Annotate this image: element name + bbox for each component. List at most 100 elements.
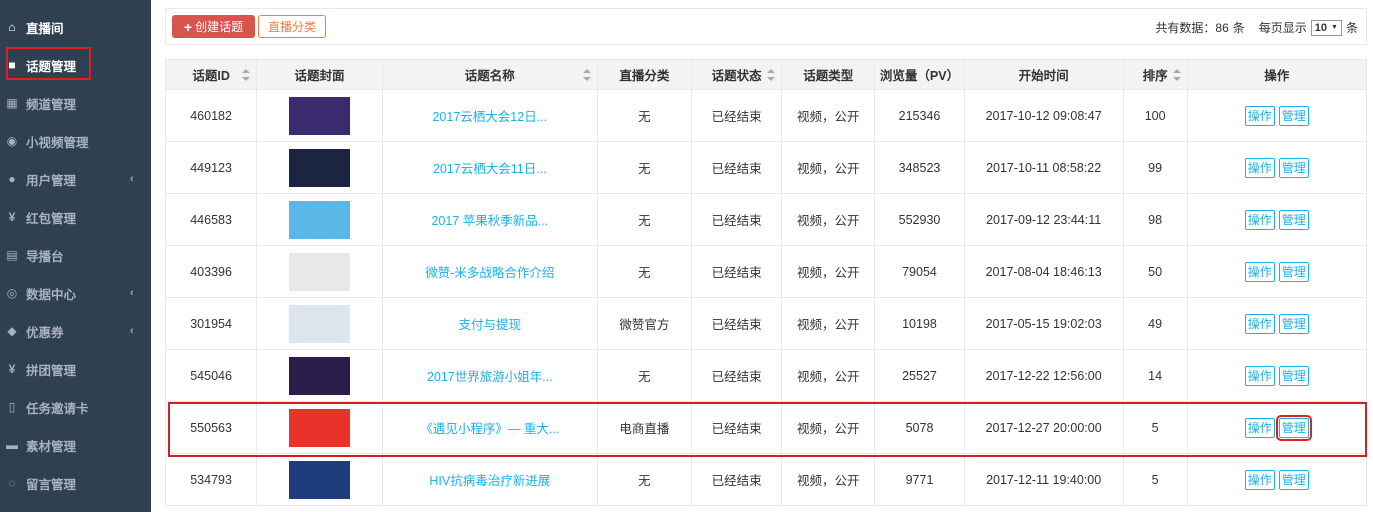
manage-button[interactable]: 管理 bbox=[1278, 261, 1309, 282]
topic-cover-cell bbox=[256, 349, 383, 402]
page-views-cell: 348523 bbox=[874, 141, 965, 194]
topic-type-cell: 视频，公开 bbox=[781, 401, 876, 454]
start-time-cell: 2017-05-15 19:02:03 bbox=[963, 297, 1124, 350]
topic-cover-cell bbox=[256, 453, 383, 506]
live-category-cell: 电商直播 bbox=[596, 401, 692, 454]
live-category-cell: 无 bbox=[596, 349, 692, 402]
column-header-label: 浏览量（PV） bbox=[879, 69, 960, 83]
topic-id-cell: 534793 bbox=[164, 453, 258, 506]
create-topic-button[interactable]: + 创建话题 bbox=[172, 15, 255, 38]
sort-icon[interactable] bbox=[1172, 69, 1181, 81]
topic-status-cell: 已经结束 bbox=[690, 245, 783, 298]
sort-order-cell: 100 bbox=[1122, 89, 1188, 142]
sort-icon[interactable] bbox=[767, 69, 776, 81]
actions-cell: 操作 管理 bbox=[1186, 453, 1368, 506]
sidebar-item-label: 拼团管理 bbox=[26, 363, 77, 378]
sidebar-item-8[interactable]: ◆ 优惠券 ‹ bbox=[0, 312, 151, 350]
column-header[interactable]: 话题ID bbox=[164, 59, 258, 90]
chevron-left-icon: ‹ bbox=[130, 325, 134, 337]
column-header-label: 话题类型 bbox=[803, 69, 854, 83]
topic-id-cell: 403396 bbox=[164, 245, 258, 298]
sort-icon[interactable] bbox=[582, 69, 591, 81]
grid-icon: ▦ bbox=[6, 96, 18, 110]
table-row: 460182 2017云栖大会12日... 无已经结束 视频，公开 215346 2017… bbox=[164, 89, 1368, 142]
sidebar-item-3[interactable]: ◉ 小视频管理 bbox=[0, 122, 151, 160]
sidebar-item-2[interactable]: ▦ 频道管理 bbox=[0, 84, 151, 122]
sidebar-item-4[interactable]: ● 用户管理 ‹ bbox=[0, 160, 151, 198]
column-header[interactable]: 话题状态 bbox=[690, 59, 783, 90]
create-topic-label: 创建话题 bbox=[195, 20, 244, 34]
operate-button[interactable]: 操作 bbox=[1244, 469, 1275, 490]
operate-button[interactable]: 操作 bbox=[1244, 157, 1275, 178]
column-header-label: 直播分类 bbox=[619, 69, 670, 83]
operate-button[interactable]: 操作 bbox=[1244, 261, 1275, 282]
operate-button[interactable]: 操作 bbox=[1244, 365, 1275, 386]
manage-button[interactable]: 管理 bbox=[1278, 469, 1309, 490]
column-header-label: 话题名称 bbox=[464, 69, 515, 83]
topic-name-link[interactable]: 微赞-米多战略合作介绍 bbox=[425, 266, 554, 280]
topic-cover-cell bbox=[256, 141, 383, 194]
actions-cell: 操作 管理 bbox=[1186, 89, 1368, 142]
sidebar-item-7[interactable]: ◎ 数据中心 ‹ bbox=[0, 274, 151, 312]
topic-type-cell: 视频，公开 bbox=[781, 193, 876, 246]
actions-cell: 操作 管理 bbox=[1186, 297, 1368, 350]
operate-button[interactable]: 操作 bbox=[1244, 313, 1275, 334]
sidebar-item-11[interactable]: ▬ 素材管理 bbox=[0, 426, 151, 464]
operate-button[interactable]: 操作 bbox=[1244, 209, 1275, 230]
sidebar-item-6[interactable]: ▤ 导播台 bbox=[0, 236, 151, 274]
topic-cover-image bbox=[289, 460, 351, 499]
yen-icon: ¥ bbox=[8, 362, 16, 376]
sort-order-cell: 50 bbox=[1122, 245, 1188, 298]
select-arrow-icon: ▼ bbox=[1331, 24, 1338, 31]
column-header: 话题封面 bbox=[256, 59, 383, 90]
topic-name-link[interactable]: 2017世界旅游小姐年... bbox=[427, 370, 553, 384]
sidebar-item-12[interactable]: ◌ 留言管理 bbox=[0, 464, 151, 502]
sidebar-item-0[interactable]: ⌂ 直播间 bbox=[0, 8, 151, 46]
topic-status-cell: 已经结束 bbox=[690, 401, 783, 454]
column-header: 直播分类 bbox=[596, 59, 692, 90]
topic-name-link[interactable]: 2017云栖大会11日... bbox=[433, 162, 547, 176]
topic-cover-image bbox=[289, 252, 351, 291]
topic-name-link[interactable]: 2017 苹果秋季新品... bbox=[431, 214, 548, 228]
topic-type-cell: 视频，公开 bbox=[781, 141, 876, 194]
topic-cover-cell bbox=[256, 193, 383, 246]
page-views-cell: 79054 bbox=[874, 245, 965, 298]
topic-name-cell: 《遇见小程序》— 重大... bbox=[381, 401, 598, 454]
topic-id-cell: 460182 bbox=[164, 89, 258, 142]
tag-icon: ◆ bbox=[7, 324, 17, 338]
start-time-cell: 2017-08-04 18:46:13 bbox=[963, 245, 1124, 298]
topic-name-link[interactable]: 支付与提现 bbox=[459, 318, 522, 332]
topic-id-cell: 301954 bbox=[164, 297, 258, 350]
topic-name-link[interactable]: 2017云栖大会12日... bbox=[432, 110, 547, 124]
per-page-select[interactable]: 10 ▼ bbox=[1310, 19, 1342, 36]
manage-button[interactable]: 管理 bbox=[1278, 313, 1309, 334]
sidebar-item-10[interactable]: ▯ 任务邀请卡 bbox=[0, 388, 151, 426]
column-header: 浏览量（PV） bbox=[874, 59, 965, 90]
live-category-button[interactable]: 直播分类 bbox=[258, 15, 326, 38]
topic-type-cell: 视频，公开 bbox=[781, 297, 876, 350]
manage-button[interactable]: 管理 bbox=[1275, 414, 1312, 441]
sidebar-item-label: 红包管理 bbox=[26, 211, 77, 226]
play-circle-icon: ◉ bbox=[6, 134, 18, 148]
operate-button[interactable]: 操作 bbox=[1244, 105, 1275, 126]
sidebar-item-5[interactable]: ¥ 红包管理 bbox=[0, 198, 151, 236]
topic-name-link[interactable]: 《遇见小程序》— 重大... bbox=[420, 422, 559, 436]
sort-icon[interactable] bbox=[242, 69, 251, 81]
live-category-cell: 无 bbox=[596, 193, 692, 246]
sidebar-item-label: 导播台 bbox=[26, 249, 64, 264]
manage-button[interactable]: 管理 bbox=[1278, 157, 1309, 178]
sidebar-item-9[interactable]: ¥ 拼团管理 bbox=[0, 350, 151, 388]
column-header[interactable]: 话题名称 bbox=[381, 59, 598, 90]
total-count: 86 bbox=[1215, 20, 1229, 35]
table-row: 301954 支付与提现 微赞官方 已经结束 视频，公开 10198 2017-05-15 … bbox=[164, 297, 1368, 350]
topic-name-link[interactable]: HIV抗病毒治疗新进展 bbox=[429, 474, 550, 488]
pager-info: 共有数据： 86 条 每页显示 10 ▼ 条 bbox=[1155, 19, 1358, 36]
topic-type-cell: 视频，公开 bbox=[781, 245, 876, 298]
topic-cover-cell bbox=[256, 401, 383, 454]
manage-button[interactable]: 管理 bbox=[1278, 365, 1309, 386]
manage-button[interactable]: 管理 bbox=[1278, 105, 1309, 126]
manage-button[interactable]: 管理 bbox=[1278, 209, 1309, 230]
column-header[interactable]: 排序 bbox=[1122, 59, 1188, 90]
comment-icon: ◌ bbox=[8, 476, 16, 490]
operate-button[interactable]: 操作 bbox=[1244, 417, 1275, 438]
